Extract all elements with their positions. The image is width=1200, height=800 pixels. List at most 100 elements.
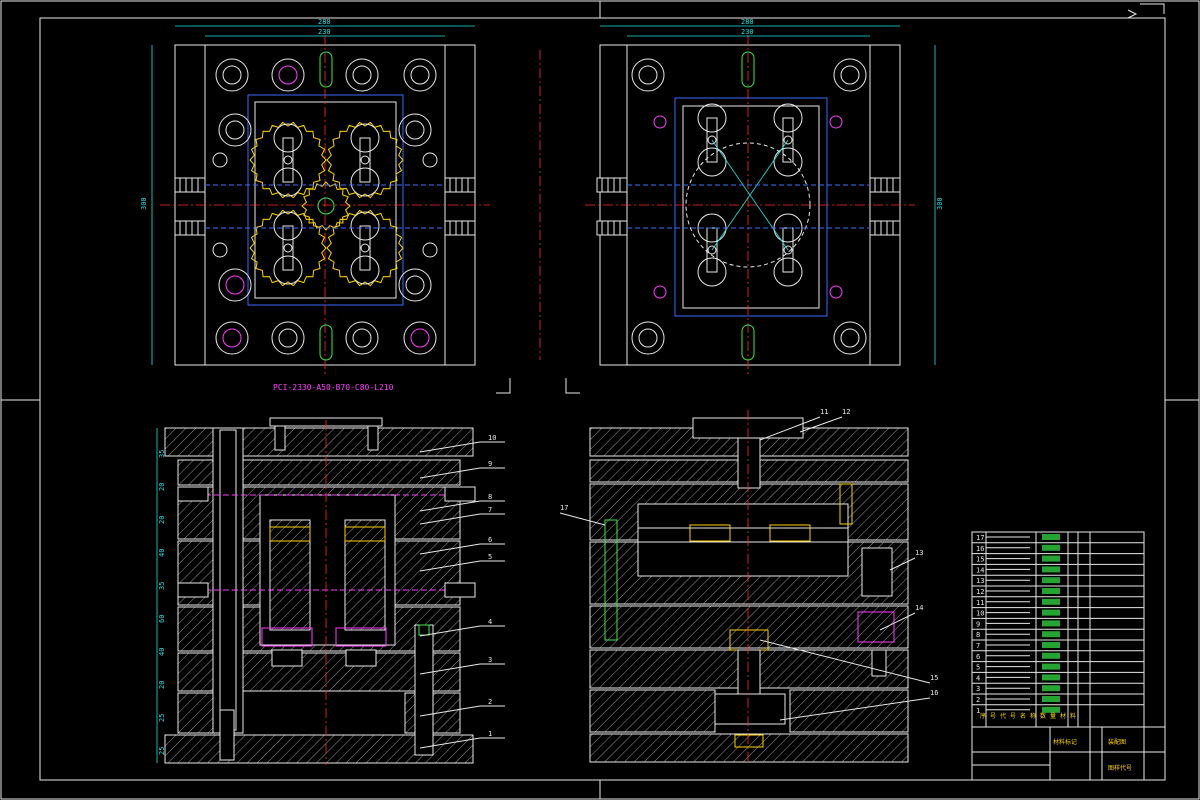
ejector-pin — [829, 115, 843, 129]
bolt-circle — [271, 58, 305, 92]
plan-right-height: 300 — [936, 197, 944, 210]
plan-right-width-outer: 280 — [741, 18, 754, 26]
stack-dim: 40 — [158, 549, 166, 557]
plan-right-width-inner: 230 — [741, 28, 754, 36]
gear — [301, 181, 351, 231]
section-view-right — [589, 410, 909, 765]
balloon-6: 6 — [488, 536, 492, 544]
bolt-hole — [352, 65, 372, 85]
balloon-4: 4 — [488, 618, 492, 626]
water-fitting — [444, 177, 476, 193]
stack-dim: 20 — [158, 483, 166, 491]
title-row-number: 8 — [976, 631, 980, 639]
bolt-circle — [215, 58, 249, 92]
guide-hole — [422, 152, 438, 168]
stack-dim: 40 — [158, 648, 166, 656]
stack-dim: 25 — [158, 747, 166, 755]
title-row-name — [1042, 620, 1060, 627]
bolt-hole — [225, 275, 245, 295]
title-row-number: 4 — [976, 674, 980, 682]
bolt-circle — [403, 58, 437, 92]
balloon-12: 12 — [842, 408, 850, 416]
cad-drawing-canvas: 280 230 300 PCI-2330-A50-B70-C80-L210 2 8… — [0, 0, 1200, 800]
bolt-circle — [271, 321, 305, 355]
balloon-3: 3 — [488, 656, 492, 664]
bolt-hole — [405, 275, 425, 295]
cavity-gate — [360, 243, 370, 253]
balloon-16: 16 — [930, 689, 938, 697]
bolt-circle — [218, 268, 252, 302]
bolt-hole — [840, 65, 860, 85]
title-row-name — [1042, 663, 1060, 670]
title-row-name — [1042, 566, 1060, 573]
ejector-pin — [829, 285, 843, 299]
stack-dim: 20 — [158, 681, 166, 689]
bolt-hole — [410, 65, 430, 85]
title-row-name — [1042, 544, 1060, 551]
left-stack-dims: 25 25 20 40 60 35 40 20 20 35 — [158, 450, 166, 755]
title-header: 号 — [1010, 713, 1016, 720]
bolt-hole — [405, 120, 425, 140]
ejector-pin — [653, 285, 667, 299]
title-row-number: 13 — [976, 577, 984, 585]
balloon-14: 14 — [915, 604, 923, 612]
cavity-gate — [283, 155, 293, 165]
bolt-circle — [833, 58, 867, 92]
title-row-number: 10 — [976, 610, 984, 618]
bolt-hole — [225, 120, 245, 140]
title-row-name — [1042, 534, 1060, 540]
balloon-5: 5 — [488, 553, 492, 561]
title-row-number: 2 — [976, 696, 980, 704]
section-mark-left — [496, 378, 511, 394]
title-header: 料 — [1070, 712, 1076, 720]
title-row-number: 6 — [976, 653, 980, 661]
water-fitting — [869, 220, 901, 236]
bolt-circle — [631, 321, 665, 355]
title-header: 材 — [1060, 712, 1066, 720]
balloon-2: 2 — [488, 698, 492, 706]
gear — [249, 209, 327, 287]
title-row-number: 9 — [976, 620, 980, 628]
title-header: 号 — [990, 713, 996, 720]
bolt-hole — [222, 65, 242, 85]
cavity-gate — [360, 155, 370, 165]
balloon-10: 10 — [488, 434, 496, 442]
cavity-gate — [283, 243, 293, 253]
mold-designation: PCI-2330-A50-B70-C80-L210 — [273, 383, 394, 392]
balloon-1: 1 — [488, 730, 492, 738]
locating-pin-bottom — [319, 324, 333, 361]
bolt-hole — [840, 328, 860, 348]
title-row-number: 3 — [976, 685, 980, 693]
drawing-code: 图样代号 — [1108, 764, 1132, 772]
bolt-hole — [278, 65, 298, 85]
section-view-left — [156, 417, 476, 765]
guide-hole — [212, 242, 228, 258]
title-row-number: 7 — [976, 642, 980, 650]
bolt-circle — [833, 321, 867, 355]
stack-dim: 20 — [158, 516, 166, 524]
bolt-hole — [638, 328, 658, 348]
water-fitting — [174, 177, 206, 193]
title-row-name — [1042, 588, 1060, 594]
title-header: 称 — [1030, 712, 1036, 720]
title-row-number: 12 — [976, 588, 984, 596]
bolt-circle — [215, 321, 249, 355]
balloon-7: 7 — [488, 506, 492, 514]
gear — [326, 121, 404, 199]
bolt-hole — [638, 65, 658, 85]
title-row-number: 11 — [976, 599, 984, 607]
bolt-hole — [278, 328, 298, 348]
title-header: 序 — [980, 712, 986, 720]
title-row-number: 15 — [976, 556, 984, 564]
title-row-name — [1042, 674, 1060, 681]
plan-left-height: 300 — [140, 197, 148, 210]
title-row-name — [1042, 609, 1060, 616]
water-fitting — [174, 220, 206, 236]
title-row-name — [1042, 598, 1060, 605]
water-fitting — [596, 220, 628, 236]
title-row-number: 16 — [976, 545, 984, 553]
bolt-circle — [398, 113, 432, 147]
guide-hole — [422, 242, 438, 258]
locating-pin-top — [319, 51, 333, 88]
title-row-name — [1042, 696, 1060, 702]
